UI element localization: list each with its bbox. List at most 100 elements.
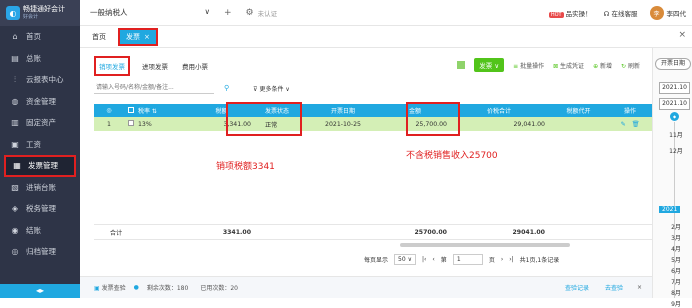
edit-icon[interactable]: ✎ (620, 121, 625, 128)
used-count: 已用次数：20 (200, 285, 238, 292)
amount-annotation: 不含税销售收入25700 (406, 151, 498, 161)
refresh-icon: ↻ (621, 62, 627, 70)
stock-icon: ▧ (11, 182, 19, 192)
info-icon: ● (133, 284, 139, 291)
salary-icon: ▣ (11, 139, 19, 149)
bottom-bar: ▣ 发票查验 ● 剩余次数：180 已用次数：20 查验记录 去查验 × (80, 276, 652, 298)
month-item[interactable]: 8月 (663, 288, 689, 297)
pdf-icon[interactable] (457, 61, 466, 69)
check-icon: ▣ (94, 285, 100, 292)
sidebar-item-chart[interactable]: ⫶ 云报表中心 (0, 69, 80, 91)
first-page-icon[interactable]: |‹ (422, 256, 426, 263)
invoice-date-button[interactable]: 开票日期 (655, 58, 691, 70)
row-index: 1 (107, 120, 111, 128)
month-item[interactable]: 7月 (663, 277, 689, 286)
app-logo: ◐ 畅捷通好会计 好会计 (0, 0, 80, 26)
next-page-icon[interactable]: › (501, 256, 503, 263)
batch-operation-button[interactable]: ≡ 批量操作 (513, 61, 544, 70)
sidebar-item-tax[interactable]: ◈ 税务管理 (0, 198, 80, 220)
more-filters-button[interactable]: ⊽ 更多条件 ∨ (253, 84, 290, 93)
sidebar-item-invoice[interactable]: ▦ 发票管理 (4, 155, 76, 177)
sidebar-item-archive[interactable]: ◎ 归档管理 (0, 241, 80, 263)
per-page-select[interactable]: 50 ∨ (394, 254, 416, 265)
close-all-tabs-icon[interactable]: × (678, 30, 686, 40)
month-item[interactable]: 6月 (663, 266, 689, 275)
page-label-post: 页 (488, 257, 495, 264)
top-bar: 一般纳税人 ∨ + ⚙ 未认证 HOT 品实操！ ☊ 在线客服 李 李四代 (80, 0, 692, 26)
timeline-current-icon: ◆ (670, 112, 679, 121)
sidebar-item-building[interactable]: ▥ 固定资产 (0, 112, 80, 134)
gear-icon[interactable]: ⚙ (246, 8, 254, 18)
main-content: 销项发票 进项发票 费用小票 发票 ∨ ≡ 批量操作 ⊠ 生成凭证 ⊕ 新增 ↻… (80, 48, 654, 298)
online-service-link[interactable]: ☊ 在线客服 (604, 8, 638, 18)
search-icon[interactable]: ⚲ (224, 84, 229, 92)
page-tabs: 首页 发票 × × (80, 26, 692, 48)
home-icon: ⌂ (12, 32, 18, 42)
subtab-purchase-invoice[interactable]: 进项发票 (140, 58, 170, 74)
table-footer: 合计 3341.00 25700.00 29041.00 (94, 224, 654, 240)
tab-home[interactable]: 首页 (92, 32, 106, 42)
generate-voucher-button[interactable]: ⊠ 生成凭证 (553, 61, 584, 70)
invoice-icon: ▦ (13, 161, 21, 171)
sidebar-item-label: 资金管理 (26, 96, 56, 106)
amount-highlight-box (406, 102, 460, 136)
invoice-dropdown-button[interactable]: 发票 ∨ (474, 58, 505, 72)
sidebar-item-close-books[interactable]: ◉ 结账 (0, 220, 80, 242)
header-agency: 税额代开 (566, 108, 591, 115)
footer-tax: 3341.00 (222, 228, 251, 236)
app-name: 畅捷通好会计 (23, 5, 65, 13)
subtab-sales-invoice[interactable]: 销项发票 (94, 56, 130, 76)
search-input[interactable] (94, 82, 214, 94)
month-item[interactable]: 5月 (663, 255, 689, 264)
refresh-button[interactable]: ↻ 刷新 (621, 61, 640, 70)
invoice-check-label: ▣ 发票查验 (94, 285, 126, 292)
month-item[interactable]: 9月 (663, 299, 689, 308)
tab-invoice[interactable]: 发票 × (118, 27, 158, 46)
prev-page-icon[interactable]: ‹ (432, 256, 434, 263)
last-page-icon[interactable]: ›| (509, 256, 513, 263)
tax-highlight-box (226, 102, 302, 136)
date-start[interactable]: 2021.10 (659, 82, 690, 94)
page-label-pre: 第 (440, 257, 447, 264)
delete-icon[interactable]: 🗑 (632, 121, 640, 128)
close-icon[interactable]: × (637, 284, 642, 291)
header-operation: 操作 (623, 108, 636, 115)
sidebar-item-money[interactable]: ◍ 资金管理 (0, 91, 80, 113)
row-checkbox[interactable] (128, 120, 134, 126)
subtab-expense-receipt[interactable]: 费用小票 (180, 58, 210, 74)
add-button[interactable]: ⊕ 新增 (593, 61, 612, 70)
sidebar-item-ledger[interactable]: ▤ 总账 (0, 48, 80, 70)
month-item[interactable]: 2月 (663, 222, 689, 231)
month-item[interactable]: 4月 (663, 244, 689, 253)
voucher-icon: ⊠ (553, 62, 559, 70)
horizontal-scrollbar[interactable] (400, 243, 570, 247)
go-check-link[interactable]: 去查验 (605, 283, 623, 292)
sidebar-item-salary[interactable]: ▣ 工资 (0, 134, 80, 156)
month-item[interactable]: 11月 (663, 130, 689, 139)
logo-icon: ◐ (6, 6, 20, 20)
close-icon[interactable]: × (144, 33, 150, 41)
table-header: ◎ 税率 ⇅ 税额 发票状态 开票日期 金额 价税合计 税额代开 操作 (94, 104, 654, 117)
chevron-down-icon: ∨ (204, 7, 211, 16)
check-history-link[interactable]: 查验记录 (565, 283, 589, 292)
footer-label: 合计 (109, 229, 123, 237)
pagination: 每页显示 50 ∨ |‹ ‹ 第 1 页 › ›| 共1页,1条记录 (364, 254, 559, 265)
add-icon[interactable]: + (224, 8, 232, 18)
user-name: 李四代 (666, 10, 687, 18)
sidebar-item-home[interactable]: ⌂ 首页 (0, 26, 80, 48)
month-item[interactable]: 3月 (663, 233, 689, 242)
sidebar-item-stock[interactable]: ▧ 进销台账 (0, 177, 80, 199)
promo-link[interactable]: HOT 品实操！ (548, 8, 592, 18)
select-all-checkbox[interactable] (128, 106, 134, 113)
column-settings-icon[interactable]: ◎ (94, 107, 124, 114)
page-number-input[interactable]: 1 (452, 254, 483, 265)
app-subname: 好会计 (23, 14, 39, 20)
collapse-sidebar-button[interactable]: ◂▸ (0, 284, 80, 298)
date-end[interactable]: 2021.10 (659, 98, 690, 110)
user-menu[interactable]: 李 李四代 (649, 6, 687, 20)
table-row[interactable]: 1 13% 3,341.00 正常 2021-10-25 25,700.00 2… (94, 117, 654, 131)
month-item[interactable]: 12月 (663, 146, 689, 155)
taxpayer-select[interactable]: 一般纳税人 ∨ (90, 7, 210, 18)
taxpayer-label: 一般纳税人 (90, 8, 128, 17)
year-badge[interactable]: 2021 (659, 206, 681, 213)
